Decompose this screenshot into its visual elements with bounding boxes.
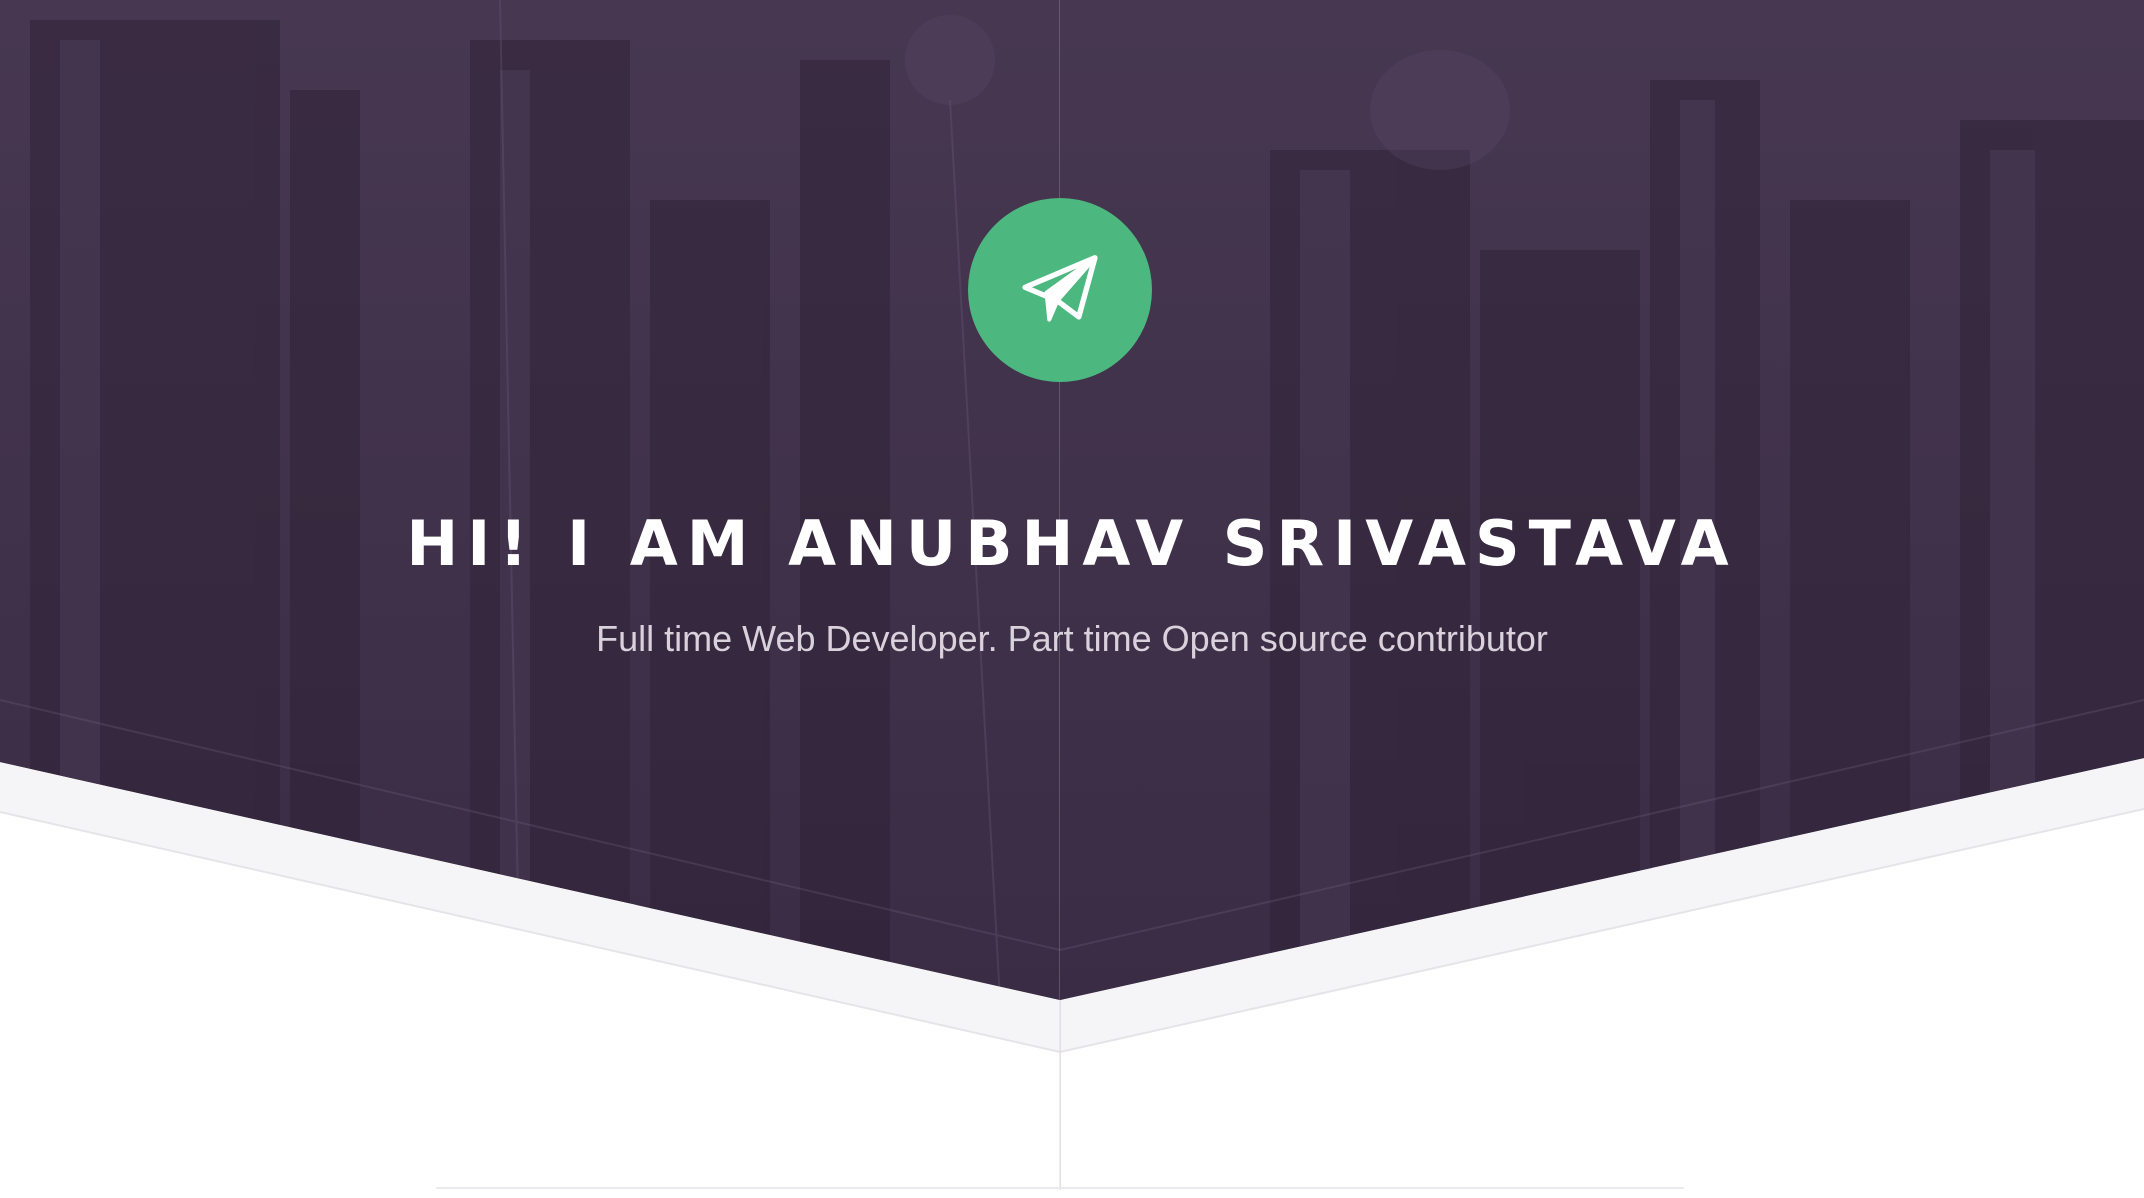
hero-title: HI! I AM ANUBHAV SRIVASTAVA — [406, 506, 1738, 580]
page: HI! I AM ANUBHAV SRIVASTAVA Full time We… — [0, 0, 2144, 1198]
paper-plane-icon — [1022, 255, 1098, 322]
center-guide-line-lower — [1060, 1000, 1061, 1190]
section-divider — [436, 1187, 1684, 1189]
hero-subtitle: Full time Web Developer. Part time Open … — [596, 618, 1548, 659]
logo-badge[interactable] — [968, 198, 1152, 382]
